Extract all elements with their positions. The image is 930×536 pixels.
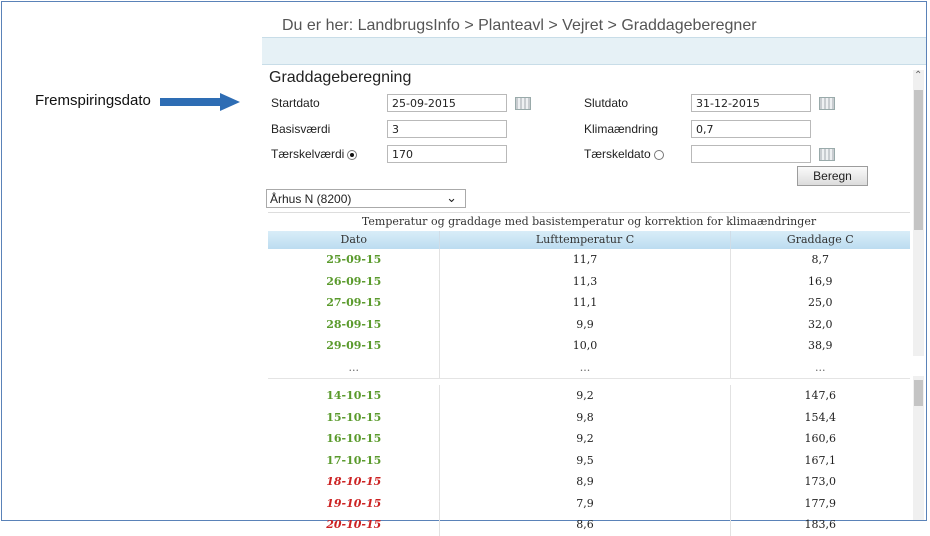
taerskelvaerdi-label: Tærskelværdi xyxy=(271,147,358,161)
column-header-lufttemperatur: Lufttemperatur C xyxy=(439,231,729,249)
temperature-cell: 9,2 xyxy=(439,428,729,450)
date-cell: 17-10-15 xyxy=(326,453,382,467)
basisvaerdi-input[interactable]: 3 xyxy=(387,120,507,138)
table-row: 25-09-15 11,7 8,7 xyxy=(268,249,910,271)
klimaaendring-label: Klimaændring xyxy=(584,122,659,136)
klimaaendring-input[interactable]: 0,7 xyxy=(691,120,811,138)
taerskeldato-label-text: Tærskeldato xyxy=(584,147,651,161)
table-row: 16-10-15 9,2 160,6 xyxy=(268,428,910,450)
table-body-top: 25-09-15 11,7 8,7 26-09-15 11,3 16,9 27-09-15 1… xyxy=(268,249,910,357)
scrollbar-thumb[interactable] xyxy=(914,380,923,406)
temperature-cell: 11,3 xyxy=(439,270,729,292)
calendar-icon[interactable] xyxy=(515,97,531,110)
temperature-cell: 9,8 xyxy=(439,406,729,428)
degree-days-cell: 32,0 xyxy=(729,313,910,335)
startdato-input[interactable]: 25-09-2015 xyxy=(387,94,507,112)
beregn-button[interactable]: Beregn xyxy=(797,166,868,186)
right-arrow-icon xyxy=(160,93,240,111)
station-select[interactable]: Århus N (8200) ⌄ xyxy=(266,189,466,208)
breadcrumb: Du er her: LandbrugsInfo > Planteavl > V… xyxy=(282,17,757,34)
temperature-cell: 9,2 xyxy=(439,385,729,407)
taerskeldato-label: Tærskeldato xyxy=(584,147,664,161)
scrollbar-bottom[interactable] xyxy=(913,376,924,520)
date-cell: 16-10-15 xyxy=(326,432,382,445)
table-row: 19-10-15 7,9 177,9 xyxy=(268,492,910,514)
date-cell: 20-10-15 xyxy=(326,518,382,531)
chevron-down-icon: ⌄ xyxy=(446,190,457,205)
temperature-cell: 8,6 xyxy=(439,514,729,536)
temperature-cell: 8,9 xyxy=(439,471,729,493)
degree-days-cell: 38,9 xyxy=(729,335,910,357)
ellipsis-cell: ... xyxy=(439,356,729,378)
scrollbar-thumb[interactable] xyxy=(914,90,923,230)
calendar-icon[interactable] xyxy=(819,148,835,161)
degree-days-cell: 16,9 xyxy=(729,270,910,292)
date-cell: 27-09-15 xyxy=(326,296,382,309)
ellipsis-row: ... ... ... xyxy=(268,356,910,378)
taerskelvaerdi-radio[interactable] xyxy=(347,149,358,160)
header-bar xyxy=(262,37,926,65)
temperature-cell: 7,9 xyxy=(439,492,729,514)
scrollbar-top[interactable]: ⌃ xyxy=(913,70,924,356)
ellipsis-cell: ... xyxy=(729,356,910,378)
table-row: 17-10-15 9,5 167,1 xyxy=(268,449,910,471)
degree-days-cell: 183,6 xyxy=(729,514,910,536)
degree-days-cell: 160,6 xyxy=(729,428,910,450)
slutdato-input[interactable]: 31-12-2015 xyxy=(691,94,811,112)
table-row: 26-09-15 11,3 16,9 xyxy=(268,270,910,292)
table-row: 14-10-15 9,2 147,6 xyxy=(268,385,910,407)
date-cell: 29-09-15 xyxy=(326,339,382,352)
date-cell: 14-10-15 xyxy=(326,389,382,402)
ellipsis-cell: ... xyxy=(348,360,359,374)
column-header-dato: Dato xyxy=(340,233,367,246)
table-row: 29-09-15 10,0 38,9 xyxy=(268,335,910,357)
scroll-up-icon[interactable]: ⌃ xyxy=(914,70,922,81)
column-header-graddage: Graddage C xyxy=(729,231,910,249)
station-select-value: Århus N (8200) xyxy=(270,192,352,206)
page-title: Graddageberegning xyxy=(269,69,412,86)
calendar-icon[interactable] xyxy=(819,97,835,110)
table-row: 15-10-15 9,8 154,4 xyxy=(268,406,910,428)
table-row: 28-09-15 9,9 32,0 xyxy=(268,313,910,335)
date-cell: 26-09-15 xyxy=(326,274,382,288)
calculator-panel: Graddageberegning Startdato 25-09-2015 S… xyxy=(262,64,926,536)
date-cell: 25-09-15 xyxy=(326,253,382,266)
temperature-cell: 9,9 xyxy=(439,313,729,335)
date-cell: 19-10-15 xyxy=(326,496,382,510)
degree-days-cell: 167,1 xyxy=(729,449,910,471)
date-cell: 18-10-15 xyxy=(326,475,382,488)
taerskelvaerdi-input[interactable]: 170 xyxy=(387,145,507,163)
table-caption: Temperatur og graddage med basistemperat… xyxy=(268,212,910,231)
basisvaerdi-label: Basisværdi xyxy=(271,122,331,136)
results-table: Temperatur og graddage med basistemperat… xyxy=(268,212,910,536)
table-row: 18-10-15 8,9 173,0 xyxy=(268,471,910,493)
temperature-cell: 9,5 xyxy=(439,449,729,471)
degree-days-cell: 177,9 xyxy=(729,492,910,514)
table-body-bottom: 14-10-15 9,2 147,6 15-10-15 9,8 154,4 16-10-15… xyxy=(268,385,910,536)
degree-days-cell: 147,6 xyxy=(729,385,910,407)
table-row: 20-10-15 8,6 183,6 xyxy=(268,514,910,536)
date-cell: 15-10-15 xyxy=(326,410,382,424)
degree-days-cell: 8,7 xyxy=(729,249,910,271)
date-cell: 28-09-15 xyxy=(326,317,382,331)
slutdato-label: Slutdato xyxy=(584,96,629,110)
taerskeldato-input[interactable] xyxy=(691,145,811,163)
taerskelvaerdi-label-text: Tærskelværdi xyxy=(271,147,345,161)
degree-days-cell: 25,0 xyxy=(729,292,910,314)
temperature-cell: 11,1 xyxy=(439,292,729,314)
table-row: 27-09-15 11,1 25,0 xyxy=(268,292,910,314)
temperature-cell: 10,0 xyxy=(439,335,729,357)
table-divider xyxy=(268,378,910,385)
degree-days-cell: 173,0 xyxy=(729,471,910,493)
startdato-label: Startdato xyxy=(271,96,320,110)
fremspiringsdato-annotation: Fremspiringsdato xyxy=(35,92,151,109)
taerskeldato-radio[interactable] xyxy=(653,149,664,160)
table-header: Dato Lufttemperatur C Graddage C xyxy=(268,231,910,249)
degree-days-cell: 154,4 xyxy=(729,406,910,428)
temperature-cell: 11,7 xyxy=(439,249,729,271)
